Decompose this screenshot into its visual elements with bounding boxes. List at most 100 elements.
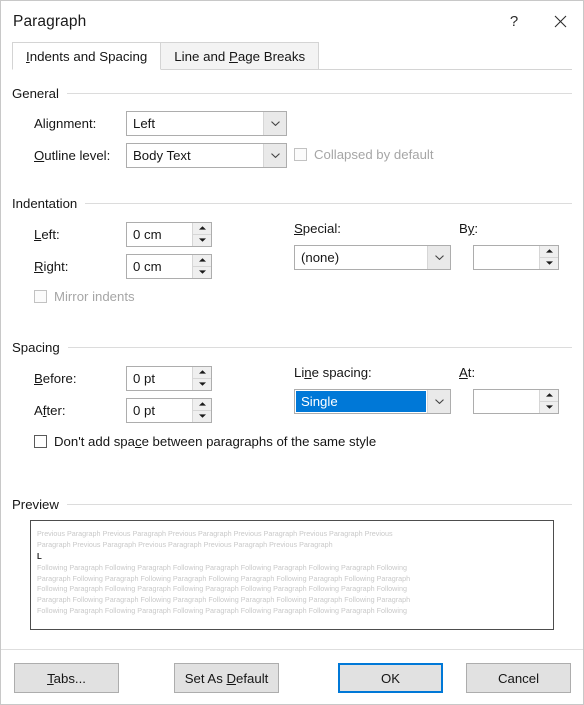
- close-icon: [554, 15, 566, 28]
- spinner-down-icon[interactable]: [540, 401, 558, 413]
- divider: [85, 203, 572, 204]
- indent-right-spin-buttons: [192, 255, 211, 278]
- dialog-footer: Tabs... Set As Default OK Cancel: [1, 649, 583, 704]
- outline-level-combobox[interactable]: Body Text: [126, 143, 287, 168]
- by-value: [474, 246, 539, 269]
- field-spacing-after: After: 0 pt: [34, 398, 212, 423]
- special-value: (none): [301, 250, 340, 265]
- divider: [67, 347, 572, 348]
- preview-previous-line: Paragraph Previous Paragraph Previous Pa…: [37, 539, 333, 549]
- label-line-spacing-row: Line spacing: At:: [294, 365, 475, 380]
- spinner-up-icon[interactable]: [540, 390, 558, 402]
- label-special-row: Special: By:: [294, 221, 478, 236]
- by-label: By:: [459, 221, 479, 236]
- spinner-up-icon[interactable]: [193, 255, 211, 267]
- preview-following-line: Paragraph Following Paragraph Following …: [37, 594, 411, 604]
- at-spinner[interactable]: [473, 389, 559, 414]
- at-value: [474, 390, 539, 413]
- dont-add-space-label: Don't add space between paragraphs of th…: [54, 434, 377, 449]
- indent-left-value: 0 cm: [133, 227, 162, 242]
- preview-following-line: Following Paragraph Following Paragraph …: [37, 605, 407, 615]
- checkbox-collapsed-by-default[interactable]: Collapsed by default: [294, 147, 434, 162]
- group-spacing-title: Spacing: [12, 340, 572, 355]
- dialog-body: General Alignment: Left Outline level: B…: [1, 70, 583, 649]
- dont-add-space-checkbox[interactable]: [34, 435, 47, 448]
- field-outline-level: Outline level: Body Text: [34, 143, 287, 168]
- outline-level-value: Body Text: [133, 148, 191, 163]
- collapsed-by-default-label: Collapsed by default: [314, 147, 434, 162]
- line-spacing-label: Line spacing:: [294, 365, 372, 380]
- field-alignment: Alignment: Left: [34, 111, 287, 136]
- at-spin-buttons: [539, 390, 558, 413]
- by-spin-buttons: [539, 246, 558, 269]
- alignment-label: Alignment:: [34, 116, 97, 131]
- alignment-combobox[interactable]: Left: [126, 111, 287, 136]
- line-spacing-combobox[interactable]: Single: [294, 389, 451, 414]
- group-spacing: Spacing: [12, 340, 572, 355]
- field-indent-left: Left: 0 cm: [34, 222, 212, 247]
- cancel-button-label: Cancel: [497, 670, 540, 686]
- spacing-after-spin-buttons: [192, 399, 211, 422]
- preview-following-line: Following Paragraph Following Paragraph …: [37, 563, 407, 573]
- alignment-value: Left: [133, 116, 155, 131]
- spinner-up-icon[interactable]: [193, 223, 211, 235]
- spinner-up-icon[interactable]: [193, 367, 211, 379]
- divider: [66, 504, 572, 505]
- at-label: At:: [459, 365, 476, 380]
- checkbox-dont-add-space[interactable]: Don't add space between paragraphs of th…: [34, 434, 376, 449]
- chevron-down-icon: [263, 112, 286, 135]
- indent-right-label: Right:: [34, 259, 69, 274]
- set-as-default-button-label: Set As Default: [184, 670, 269, 686]
- spacing-after-value: 0 pt: [133, 403, 155, 418]
- special-combobox[interactable]: (none): [294, 245, 451, 270]
- tab-strip: Indents and Spacing Line and Page Breaks: [1, 42, 583, 70]
- tabs-button[interactable]: Tabs...: [14, 663, 119, 693]
- set-as-default-button[interactable]: Set As Default: [174, 663, 279, 693]
- spacing-before-spinner[interactable]: 0 pt: [126, 366, 212, 391]
- indent-right-spinner[interactable]: 0 cm: [126, 254, 212, 279]
- title-bar-buttons: ?: [491, 1, 583, 42]
- ok-button[interactable]: OK: [338, 663, 443, 693]
- indent-left-label: Left:: [34, 227, 60, 242]
- spacing-after-spinner[interactable]: 0 pt: [126, 398, 212, 423]
- ok-button-label: OK: [380, 670, 401, 686]
- tab-indents-and-spacing-label: Indents and Spacing: [26, 48, 148, 64]
- group-indentation: Indentation: [12, 196, 572, 211]
- collapsed-by-default-checkbox[interactable]: [294, 148, 307, 161]
- paragraph-preview: Previous Paragraph Previous Paragraph Pr…: [30, 520, 554, 630]
- indent-left-spinner[interactable]: 0 cm: [126, 222, 212, 247]
- mirror-indents-label: Mirror indents: [54, 289, 135, 304]
- preview-following-line: Following Paragraph Following Paragraph …: [37, 584, 407, 594]
- special-label: Special:: [294, 221, 341, 236]
- preview-previous-line: Previous Paragraph Previous Paragraph Pr…: [37, 529, 393, 538]
- chevron-down-icon: [427, 390, 450, 413]
- spacing-before-spin-buttons: [192, 367, 211, 390]
- group-preview-title: Preview: [12, 497, 572, 512]
- field-indent-right: Right: 0 cm: [34, 254, 212, 279]
- spinner-down-icon[interactable]: [193, 410, 211, 422]
- mirror-indents-checkbox[interactable]: [34, 290, 47, 303]
- line-spacing-value: Single: [296, 391, 426, 412]
- indent-right-value: 0 cm: [133, 259, 162, 274]
- preview-sample-text: L: [37, 552, 42, 562]
- by-spinner[interactable]: [473, 245, 559, 270]
- cancel-button[interactable]: Cancel: [466, 663, 571, 693]
- tab-indents-and-spacing[interactable]: Indents and Spacing: [12, 42, 162, 70]
- title-bar: Paragraph ?: [1, 1, 583, 42]
- checkbox-mirror-indents[interactable]: Mirror indents: [34, 289, 135, 304]
- field-spacing-before: Before: 0 pt: [34, 366, 212, 391]
- preview-following-line: Paragraph Following Paragraph Following …: [37, 573, 411, 583]
- help-button[interactable]: ?: [491, 1, 537, 42]
- spinner-up-icon[interactable]: [193, 399, 211, 411]
- spinner-down-icon[interactable]: [193, 234, 211, 246]
- group-preview: Preview: [12, 497, 572, 512]
- chevron-down-icon: [263, 144, 286, 167]
- spinner-down-icon[interactable]: [540, 257, 558, 269]
- tab-line-and-page-breaks[interactable]: Line and Page Breaks: [160, 42, 320, 70]
- spinner-down-icon[interactable]: [193, 266, 211, 278]
- close-button[interactable]: [537, 1, 583, 42]
- divider: [66, 93, 572, 94]
- spinner-down-icon[interactable]: [193, 378, 211, 390]
- spinner-up-icon[interactable]: [540, 246, 558, 258]
- paragraph-dialog: Paragraph ? Indents and Spacing Line and…: [0, 0, 584, 705]
